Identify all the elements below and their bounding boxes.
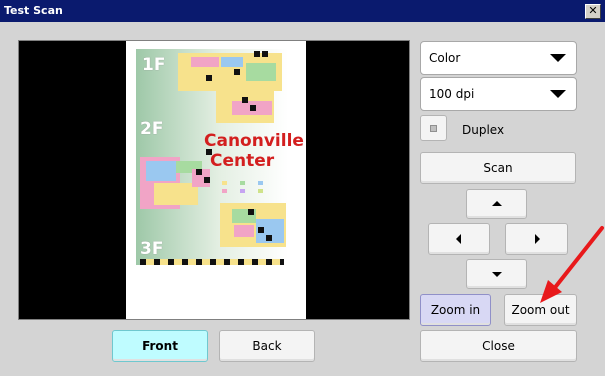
annotation-arrow-icon xyxy=(540,226,604,303)
